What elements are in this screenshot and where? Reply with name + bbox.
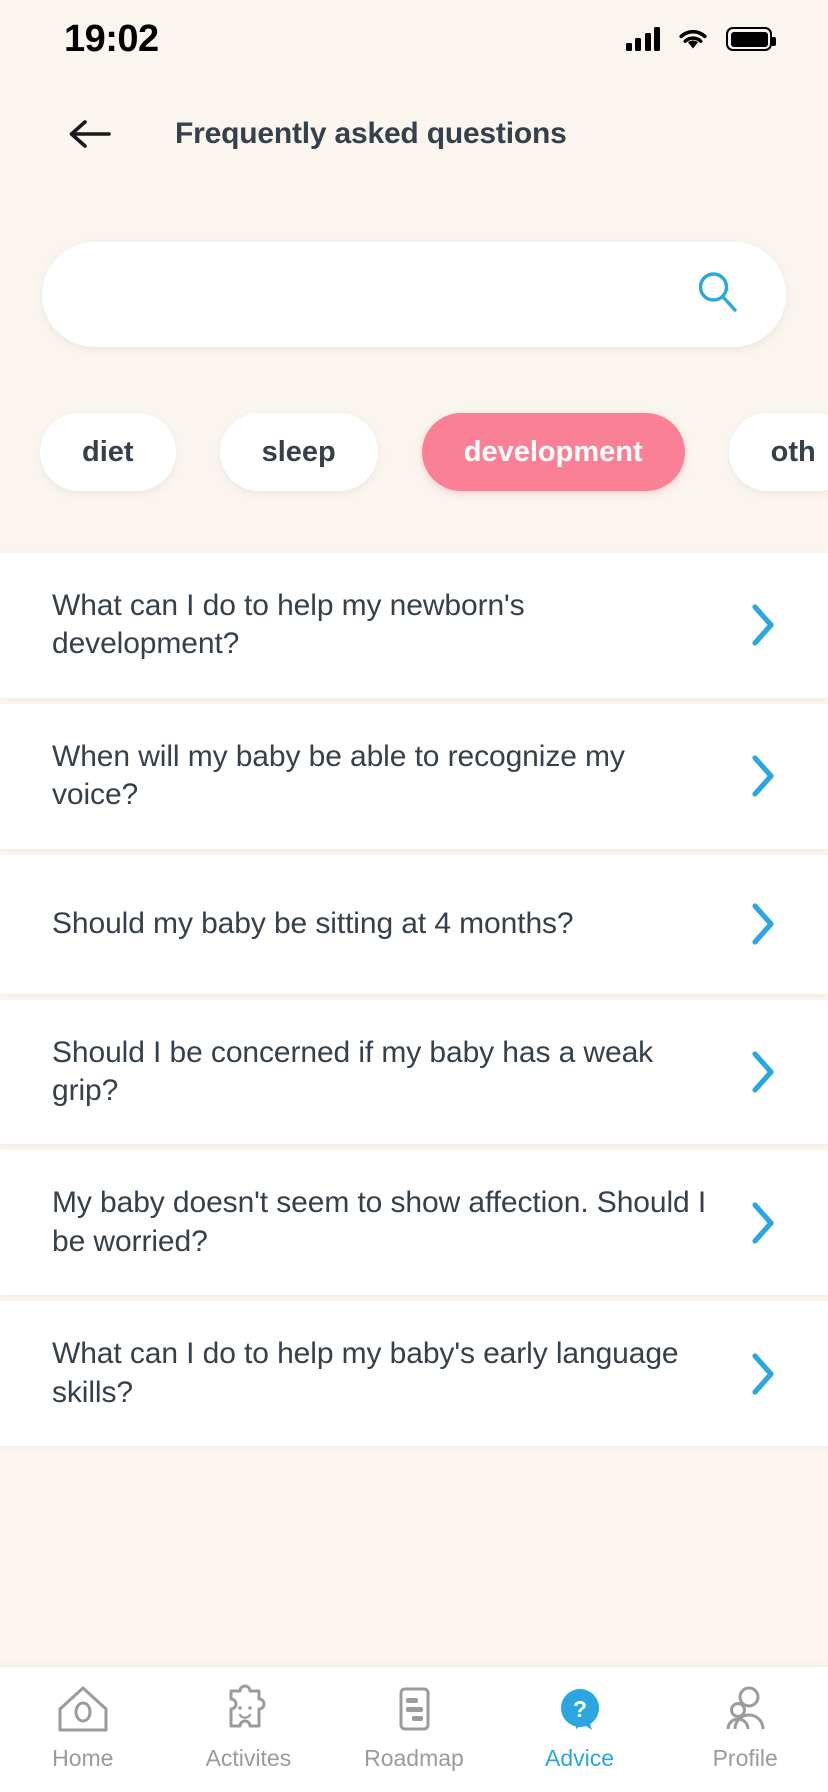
faq-item[interactable]: My baby doesn't seem to show affection. …	[0, 1150, 828, 1296]
nav-label: Roadmap	[364, 1745, 464, 1771]
faq-question: What can I do to help my newborn's devel…	[52, 589, 525, 661]
nav-item-activites[interactable]: Activites	[166, 1681, 332, 1772]
nav-item-advice[interactable]: ? Advice	[497, 1681, 663, 1772]
svg-text:?: ?	[573, 1696, 587, 1722]
chevron-right-icon[interactable]	[744, 1352, 782, 1396]
nav-label: Advice	[545, 1745, 615, 1771]
puzzle-icon	[221, 1681, 275, 1737]
bottom-navigation: Home Activites Roadmap ? Advice Profile	[0, 1667, 828, 1792]
nav-label: Home	[52, 1745, 114, 1771]
document-icon	[387, 1681, 441, 1737]
faq-question: When will my baby be able to recognize m…	[52, 739, 625, 812]
chevron-right-icon[interactable]	[744, 603, 782, 647]
chip-other[interactable]: oth	[728, 413, 828, 491]
faq-item[interactable]: What can I do to help my baby's early la…	[0, 1301, 828, 1446]
page-header: Frequently asked questions	[0, 78, 828, 190]
chevron-right-icon[interactable]	[744, 902, 782, 946]
back-arrow-icon	[68, 117, 112, 151]
faq-item[interactable]: Should my baby be sitting at 4 months?	[0, 854, 828, 994]
faq-item[interactable]: When will my baby be able to recognize m…	[0, 703, 828, 849]
nav-item-home[interactable]: Home	[0, 1681, 166, 1772]
nav-label: Profile	[712, 1745, 778, 1771]
profile-icon	[718, 1681, 772, 1737]
faq-question: Should I be concerned if my baby has a w…	[52, 1035, 654, 1107]
back-button[interactable]	[62, 106, 118, 162]
nav-item-profile[interactable]: Profile	[662, 1681, 828, 1772]
faq-list: What can I do to help my newborn's devel…	[0, 553, 828, 1446]
search-input[interactable]	[42, 242, 786, 347]
chevron-right-icon[interactable]	[744, 754, 782, 798]
status-bar-icons	[625, 27, 776, 51]
cellular-signal-icon	[625, 27, 660, 51]
chevron-right-icon[interactable]	[744, 1201, 782, 1245]
faq-item[interactable]: What can I do to help my newborn's devel…	[0, 553, 828, 698]
category-chips: diet sleep development oth	[0, 347, 828, 553]
search-section	[0, 190, 828, 347]
battery-full-icon	[726, 27, 776, 51]
question-bubble-icon: ?	[553, 1681, 607, 1737]
nav-item-roadmap[interactable]: Roadmap	[331, 1681, 497, 1772]
faq-question: What can I do to help my baby's early la…	[52, 1337, 679, 1409]
status-bar: 19:02	[0, 0, 828, 78]
faq-item[interactable]: Should I be concerned if my baby has a w…	[0, 999, 828, 1145]
chip-diet[interactable]: diet	[40, 413, 176, 491]
page-title: Frequently asked questions	[175, 117, 567, 150]
faq-question: Should my baby be sitting at 4 months?	[52, 906, 574, 940]
chevron-right-icon[interactable]	[744, 1050, 782, 1094]
chip-sleep[interactable]: sleep	[219, 413, 378, 491]
nav-label: Activites	[205, 1745, 292, 1771]
wifi-icon	[677, 27, 709, 51]
status-bar-time: 19:02	[64, 17, 159, 60]
chip-development[interactable]: development	[421, 413, 685, 491]
faq-question: My baby doesn't seem to show affection. …	[52, 1186, 707, 1258]
search-bar[interactable]	[42, 242, 786, 347]
home-icon	[56, 1681, 110, 1737]
